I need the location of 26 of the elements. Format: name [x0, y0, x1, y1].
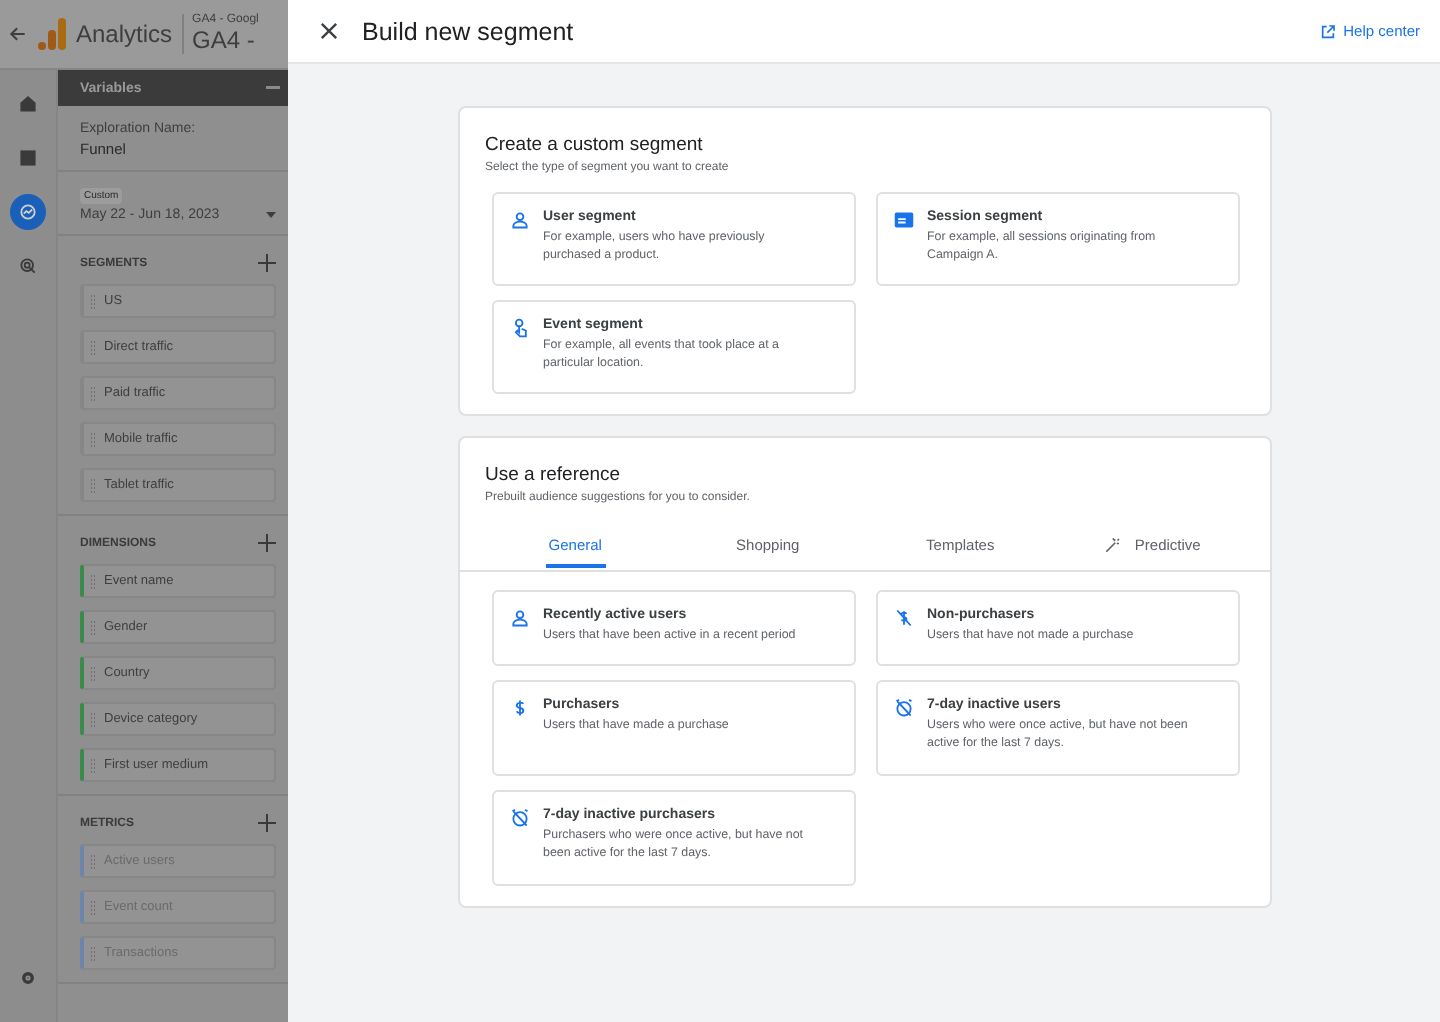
browser-window-icon [893, 210, 913, 230]
nav-rail-button[interactable] [10, 194, 46, 230]
analytics-logo-icon [38, 18, 66, 50]
alarm-off-icon [893, 698, 913, 718]
property-name[interactable]: GA4 - [192, 26, 259, 54]
close-icon[interactable] [320, 22, 338, 40]
add-icon[interactable] [258, 814, 276, 832]
back-arrow-icon[interactable] [8, 24, 28, 44]
settings-icon [18, 968, 38, 988]
crossed-dollar-icon [893, 608, 913, 628]
explore-icon [18, 202, 38, 222]
alarm-off-icon [509, 808, 529, 828]
drawer-title: Build new segment [362, 17, 576, 45]
dropdown-caret-icon[interactable] [266, 212, 276, 218]
card-title: Use a reference [483, 464, 623, 486]
target-cursor-icon [18, 256, 38, 276]
person-icon [509, 210, 529, 230]
magic-wand-icon [1104, 536, 1123, 554]
product-name: Analytics [76, 20, 173, 48]
tap-icon [509, 318, 529, 338]
external-link-icon [1319, 23, 1336, 39]
add-icon[interactable] [258, 254, 276, 272]
add-icon[interactable] [258, 534, 276, 552]
person-icon [509, 608, 529, 628]
card-title: Create a custom segment [483, 134, 705, 156]
home-icon [18, 94, 38, 114]
